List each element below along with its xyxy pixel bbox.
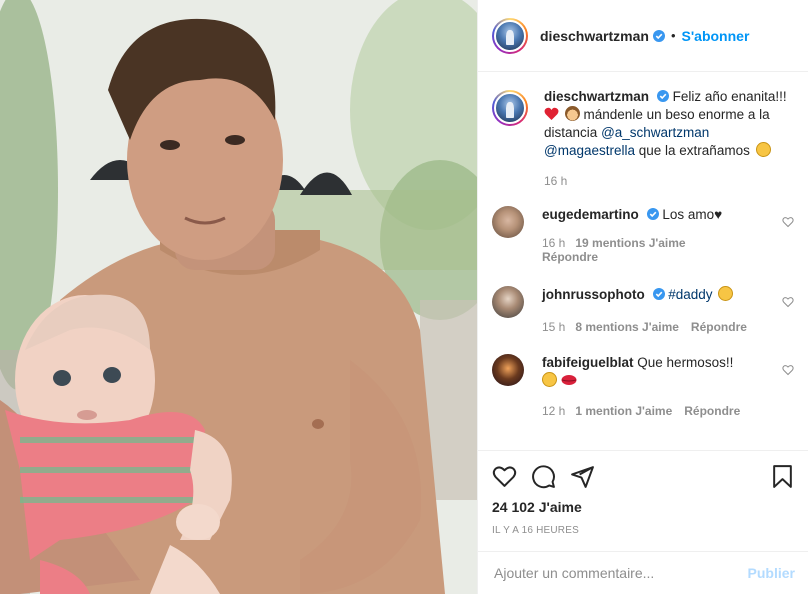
comment-text: Que hermosos!!	[637, 355, 734, 370]
comment-item: fabifeiguelblat Que hermosos!! 12 h 1 men…	[492, 354, 794, 418]
caption-username[interactable]: dieschwartzman	[544, 89, 649, 104]
comment-username[interactable]: fabifeiguelblat	[542, 355, 634, 370]
heart-icon[interactable]	[492, 464, 517, 489]
comment-text: Los amo♥	[662, 207, 723, 222]
post-timestamp[interactable]: IL Y A 16 HEURES	[492, 525, 795, 536]
instagram-post: dieschwartzman • S'abonner dieschwartzma…	[0, 0, 808, 594]
comment-hashtag[interactable]: #daddy	[668, 287, 712, 302]
red-heart-emoji-icon	[544, 107, 559, 120]
commenter-avatar[interactable]	[492, 286, 524, 318]
paper-plane-icon[interactable]	[570, 464, 595, 489]
follow-button[interactable]: S'abonner	[682, 28, 750, 44]
caption-time[interactable]: 16 h	[544, 174, 567, 188]
comment-item: johnrussophoto #daddy 15 h 8 mentions J'a…	[492, 286, 794, 334]
caption-mention-1[interactable]: @a_schwartzman	[601, 125, 709, 140]
post-side-panel: dieschwartzman • S'abonner dieschwartzma…	[477, 0, 808, 594]
photo-illustration	[0, 0, 477, 594]
comment-time[interactable]: 15 h	[542, 320, 565, 334]
post-actions: 24 102 J'aime IL Y A 16 HEURES	[478, 450, 808, 536]
reply-button[interactable]: Répondre	[684, 404, 740, 418]
caption-author-avatar[interactable]	[492, 90, 528, 126]
tongue-out-emoji-icon	[542, 372, 557, 387]
post-header: dieschwartzman • S'abonner	[478, 0, 808, 72]
comment-time[interactable]: 16 h	[542, 236, 565, 250]
girl-emoji-icon	[564, 106, 580, 121]
reply-button[interactable]: Répondre	[691, 320, 747, 334]
commenter-avatar[interactable]	[492, 206, 524, 238]
caption-meta: 16 h	[544, 174, 794, 188]
comment-username[interactable]: eugedemartino	[542, 207, 639, 222]
comments-list[interactable]: dieschwartzman Feliz año enanita!!! mánd…	[478, 72, 808, 450]
reply-button[interactable]: Répondre	[542, 250, 598, 264]
caption-mention-2[interactable]: @magaestrella	[544, 143, 635, 158]
publish-button[interactable]: Publier	[748, 565, 795, 581]
comment-likes[interactable]: 19 mentions J'aime	[575, 236, 685, 250]
comment-bubble-icon[interactable]	[531, 464, 556, 489]
caption-text-line1: Feliz año enanita!!!	[672, 89, 787, 104]
comment-meta: 16 h 19 mentions J'aime Répondre	[542, 236, 772, 264]
comment-meta: 12 h 1 mention J'aime Répondre	[542, 404, 772, 418]
comment-meta: 15 h 8 mentions J'aime Répondre	[542, 320, 772, 334]
caption: dieschwartzman Feliz año enanita!!! mánd…	[492, 88, 794, 188]
comment-input[interactable]	[494, 565, 748, 581]
likes-count[interactable]: 24 102 J'aime	[492, 499, 795, 515]
author-username[interactable]: dieschwartzman	[540, 28, 649, 44]
verified-badge-icon	[656, 90, 669, 102]
verified-badge-icon	[646, 208, 659, 220]
comment-item: eugedemartino Los amo♥ 16 h 19 mentions J…	[492, 206, 794, 264]
comment-likes[interactable]: 8 mentions J'aime	[575, 320, 679, 334]
post-photo[interactable]	[0, 0, 477, 594]
sad-face-emoji-icon	[755, 142, 771, 157]
comment-like-heart-icon[interactable]	[782, 216, 794, 228]
caption-text-line3: que la extrañamos	[638, 143, 750, 158]
kiss-lips-emoji-icon	[561, 375, 577, 385]
comment-likes[interactable]: 1 mention J'aime	[575, 404, 672, 418]
comment-like-heart-icon[interactable]	[782, 364, 794, 376]
bookmark-icon[interactable]	[770, 464, 795, 489]
author-avatar[interactable]	[492, 17, 528, 54]
commenter-avatar[interactable]	[492, 354, 524, 386]
comment-like-heart-icon[interactable]	[782, 296, 794, 308]
comment-username[interactable]: johnrussophoto	[542, 287, 645, 302]
winking-face-emoji-icon	[718, 286, 734, 301]
verified-badge-icon	[652, 29, 665, 42]
verified-badge-icon	[652, 288, 665, 300]
separator-dot: •	[670, 28, 676, 43]
comment-time[interactable]: 12 h	[542, 404, 565, 418]
add-comment-bar: Publier	[478, 551, 808, 594]
